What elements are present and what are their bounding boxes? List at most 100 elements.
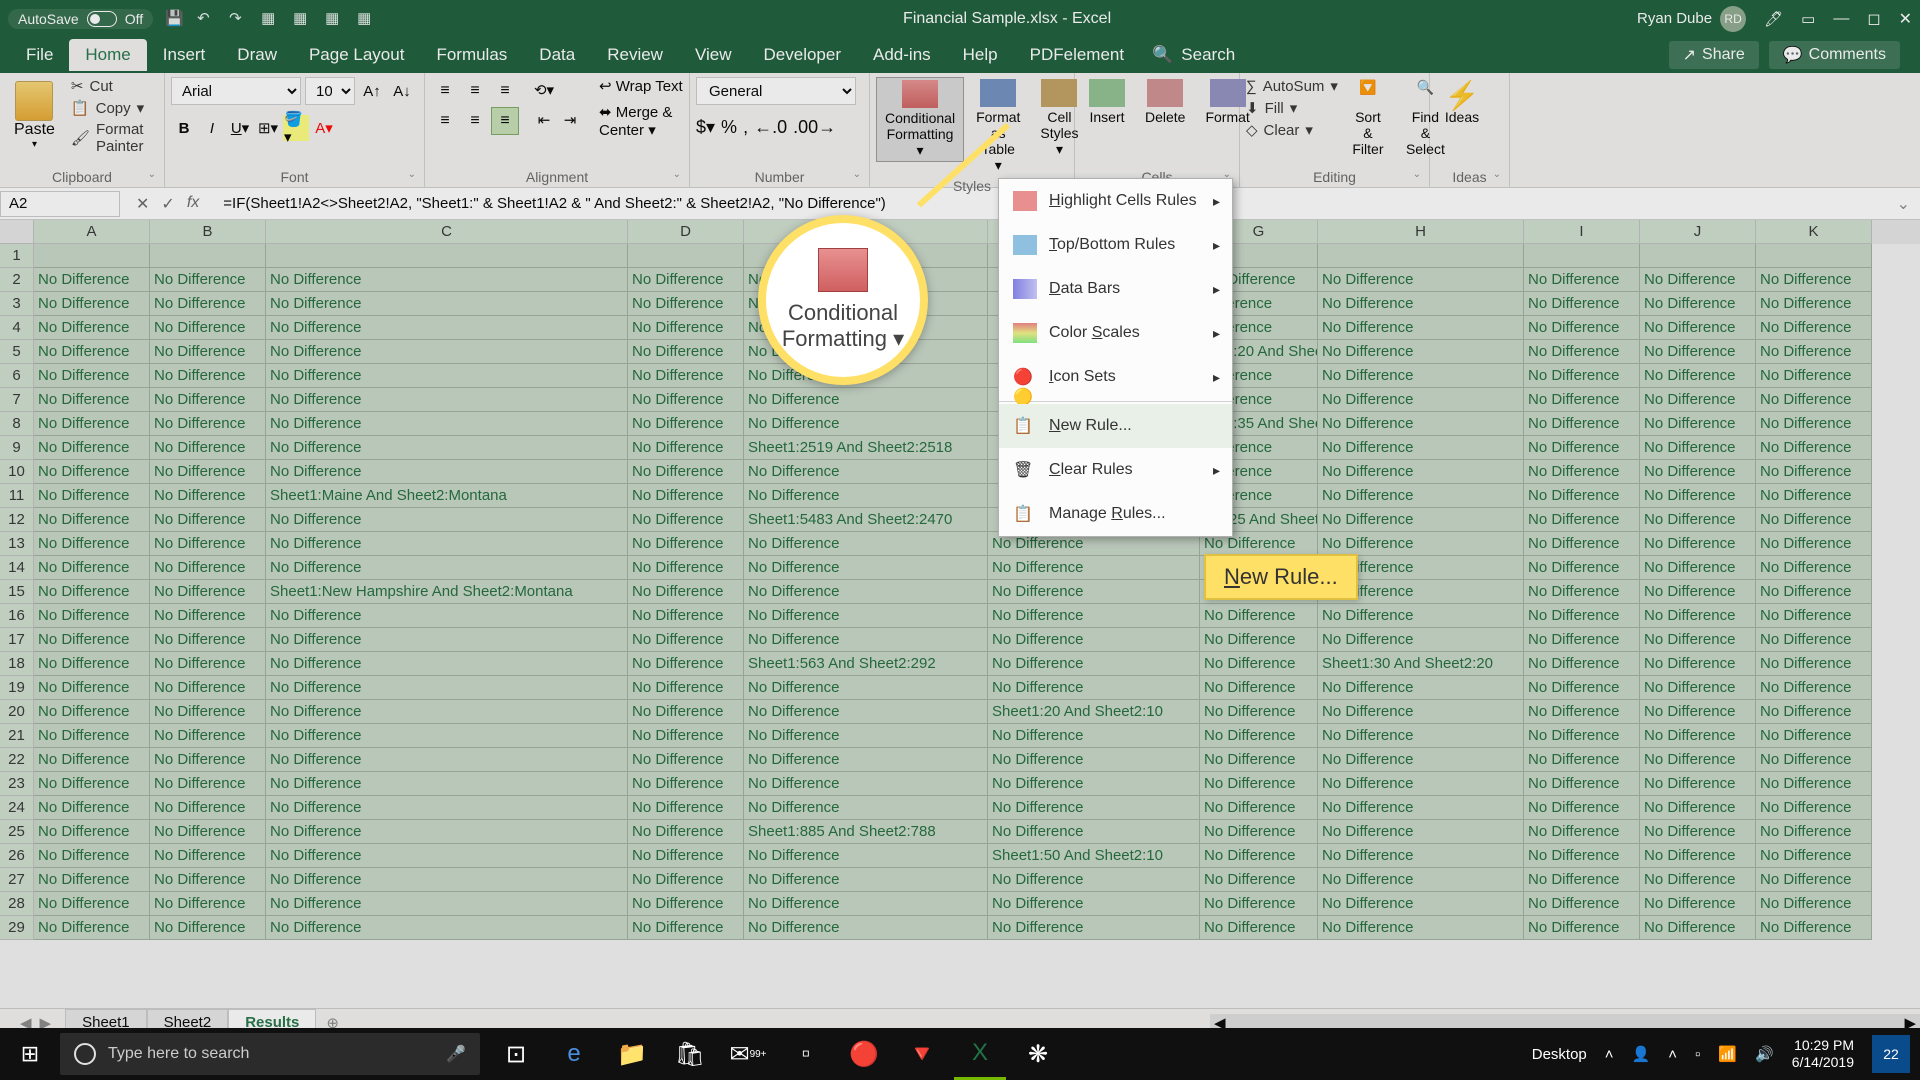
cell[interactable]: No Difference — [1524, 772, 1640, 796]
enter-formula-icon[interactable]: ✓ — [161, 194, 174, 214]
cell[interactable]: No Difference — [1318, 628, 1524, 652]
bold-button[interactable]: B — [171, 115, 197, 141]
comments-button[interactable]: 💬Comments — [1769, 41, 1900, 69]
cell[interactable]: No Difference — [266, 868, 628, 892]
align-middle-button[interactable]: ≡ — [461, 77, 489, 105]
row-header[interactable]: 1 — [0, 244, 34, 268]
cell[interactable]: No Difference — [744, 532, 988, 556]
redo-icon[interactable]: ↷ — [229, 9, 249, 29]
save-icon[interactable]: 💾 — [165, 9, 185, 29]
cell[interactable]: No Difference — [744, 700, 988, 724]
cell[interactable]: No Difference — [266, 676, 628, 700]
cell[interactable]: No Difference — [1640, 724, 1756, 748]
cell[interactable]: No Difference — [150, 892, 266, 916]
comma-button[interactable]: , — [743, 117, 748, 138]
cell[interactable]: No Difference — [1200, 604, 1318, 628]
cell[interactable]: No Difference — [1640, 652, 1756, 676]
cell[interactable]: No Difference — [266, 772, 628, 796]
cell[interactable]: No Difference — [628, 796, 744, 820]
cell[interactable]: No Difference — [1756, 676, 1872, 700]
cell[interactable]: No Difference — [150, 844, 266, 868]
name-box[interactable] — [0, 191, 120, 217]
excel-icon[interactable]: X — [954, 1028, 1006, 1080]
cell[interactable]: No Difference — [266, 892, 628, 916]
column-header[interactable]: C — [266, 220, 628, 244]
task-view-icon[interactable]: ⊡ — [490, 1028, 542, 1080]
cell[interactable]: No Difference — [988, 916, 1200, 940]
clock[interactable]: 10:29 PM 6/14/2019 — [1792, 1037, 1854, 1071]
tab-pagelayout[interactable]: Page Layout — [293, 39, 420, 71]
row-header[interactable]: 23 — [0, 772, 34, 796]
row-header[interactable]: 11 — [0, 484, 34, 508]
cell[interactable]: No Difference — [1524, 724, 1640, 748]
explorer-icon[interactable]: 📁 — [606, 1028, 658, 1080]
cell[interactable]: No Difference — [1756, 628, 1872, 652]
cell[interactable]: No Difference — [744, 868, 988, 892]
minimize-button[interactable]: — — [1833, 10, 1849, 28]
cell[interactable]: No Difference — [744, 748, 988, 772]
cf-clear-rules[interactable]: 🗑Clear Rules▸ — [999, 448, 1232, 492]
cell[interactable]: No Difference — [1640, 364, 1756, 388]
cell[interactable]: No Difference — [1524, 412, 1640, 436]
row-header[interactable]: 9 — [0, 436, 34, 460]
cell[interactable]: No Difference — [266, 556, 628, 580]
column-header[interactable]: A — [34, 220, 150, 244]
cell[interactable]: No Difference — [266, 460, 628, 484]
vivaldi-icon[interactable]: 🔻 — [896, 1028, 948, 1080]
cut-button[interactable]: ✂Cut — [71, 77, 158, 95]
cell[interactable]: Sheet1:2519 And Sheet2:2518 — [744, 436, 988, 460]
row-header[interactable]: 6 — [0, 364, 34, 388]
cell[interactable]: No Difference — [628, 628, 744, 652]
tab-pdfelement[interactable]: PDFelement — [1014, 39, 1140, 71]
cell[interactable]: No Difference — [34, 532, 150, 556]
conditional-formatting-button[interactable]: Conditional Formatting ▾ — [876, 77, 964, 162]
chrome-icon[interactable]: 🔴 — [838, 1028, 890, 1080]
qat-icon[interactable]: ▦ — [293, 9, 313, 29]
underline-button[interactable]: U▾ — [227, 115, 253, 141]
cell[interactable]: No Difference — [1756, 532, 1872, 556]
cell[interactable]: No Difference — [1318, 724, 1524, 748]
cell[interactable]: No Difference — [1756, 844, 1872, 868]
tab-home[interactable]: Home — [69, 39, 146, 71]
cell[interactable]: No Difference — [744, 772, 988, 796]
cell[interactable]: No Difference — [266, 532, 628, 556]
column-header[interactable]: H — [1318, 220, 1524, 244]
cell[interactable]: No Difference — [1318, 916, 1524, 940]
cell[interactable]: No Difference — [628, 364, 744, 388]
sort-filter-button[interactable]: 🔽Sort & Filter — [1342, 77, 1394, 159]
taskbar-search[interactable]: Type here to search 🎤 — [60, 1033, 480, 1075]
cell[interactable]: No Difference — [1318, 700, 1524, 724]
cell[interactable]: No Difference — [628, 700, 744, 724]
cell[interactable]: No Difference — [628, 484, 744, 508]
cell[interactable]: No Difference — [1640, 676, 1756, 700]
cell[interactable]: No Difference — [150, 820, 266, 844]
cell[interactable]: No Difference — [1524, 268, 1640, 292]
cell[interactable]: No Difference — [1640, 604, 1756, 628]
cell[interactable]: No Difference — [34, 652, 150, 676]
cell[interactable]: No Difference — [628, 316, 744, 340]
maximize-button[interactable]: ◻ — [1867, 9, 1880, 29]
cell[interactable]: No Difference — [150, 724, 266, 748]
cell[interactable]: No Difference — [744, 916, 988, 940]
cell[interactable]: No Difference — [1318, 892, 1524, 916]
cell[interactable]: No Difference — [34, 844, 150, 868]
volume-icon[interactable]: 🔊 — [1755, 1045, 1774, 1063]
cell[interactable]: No Difference — [988, 868, 1200, 892]
cell[interactable]: No Difference — [34, 724, 150, 748]
cell[interactable]: No Difference — [1640, 412, 1756, 436]
cell[interactable]: No Difference — [1318, 868, 1524, 892]
cell[interactable]: No Difference — [266, 388, 628, 412]
tab-help[interactable]: Help — [947, 39, 1014, 71]
cell[interactable]: No Difference — [1524, 388, 1640, 412]
cell[interactable]: No Difference — [1318, 772, 1524, 796]
row-header[interactable]: 7 — [0, 388, 34, 412]
fill-color-button[interactable]: 🪣▾ — [283, 115, 309, 141]
cell[interactable]: No Difference — [1318, 748, 1524, 772]
row-header[interactable]: 16 — [0, 604, 34, 628]
tab-file[interactable]: File — [10, 39, 69, 71]
cell[interactable]: No Difference — [1640, 628, 1756, 652]
close-button[interactable]: ✕ — [1899, 9, 1912, 29]
cell[interactable]: No Difference — [628, 772, 744, 796]
cell[interactable]: No Difference — [150, 748, 266, 772]
grow-font-button[interactable]: A↑ — [359, 78, 385, 104]
